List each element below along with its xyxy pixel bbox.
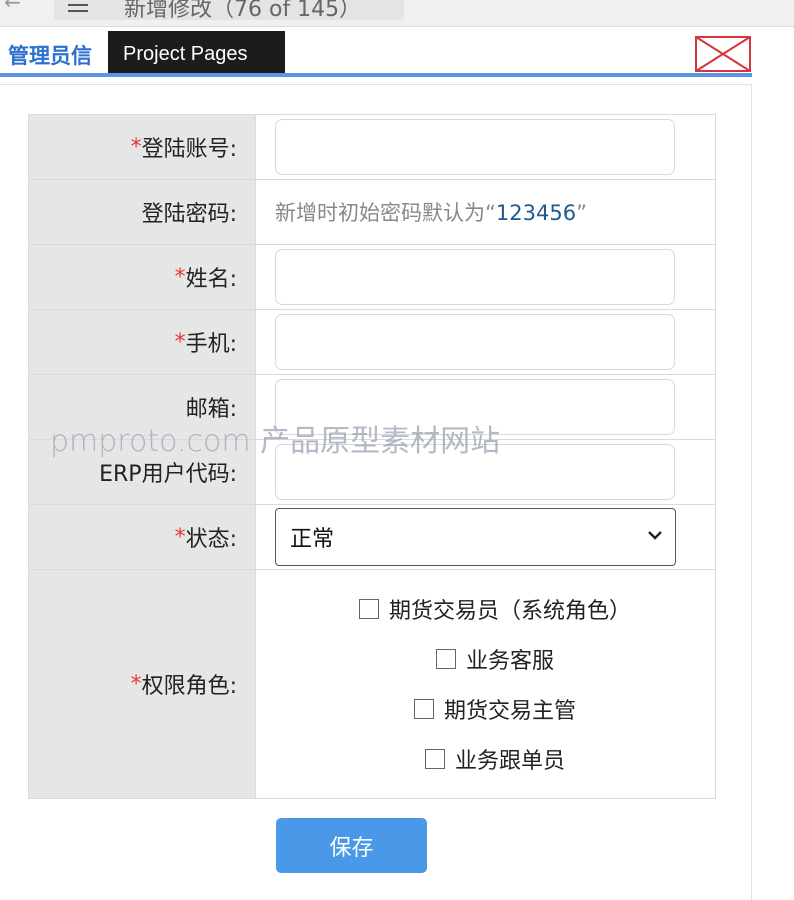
password-label: 登陆密码: [141,202,237,227]
row-erp: ERP用户代码: [29,440,715,505]
name-input[interactable] [275,249,675,305]
erp-input[interactable] [275,444,675,500]
back-arrow-icon[interactable]: ← [4,0,21,14]
status-selected: 正常 [290,527,335,552]
roles-label: 权限角色: [141,674,237,699]
email-input[interactable] [275,379,675,435]
header-divider [0,73,752,77]
checkbox[interactable] [424,749,445,769]
menu-icon[interactable] [68,0,88,14]
password-hint: 新增时初始密码默认为“123456” [275,201,587,225]
required-mark: * [174,524,186,550]
phone-label: 手机: [185,332,237,357]
checkbox[interactable] [413,699,434,719]
row-phone: * 手机: [29,310,715,375]
checkbox[interactable] [435,649,456,669]
required-mark: * [174,264,186,290]
broken-image-icon [695,36,751,72]
required-mark: * [174,329,186,355]
admin-form: * 登陆账号: 登陆密码: 新增时初始密码默认为“123456” * 姓名: * 手机… [28,114,716,799]
section-title: 管理员信 [8,44,92,68]
name-label: 姓名: [185,267,237,292]
row-status: * 状态: 正常 [29,505,715,570]
required-mark: * [130,671,142,697]
chevron-down-icon [648,531,662,540]
row-account: * 登陆账号: [29,115,715,180]
row-name: * 姓名: [29,245,715,310]
row-email: 邮箱: [29,375,715,440]
status-select[interactable]: 正常 [275,508,676,566]
role-option[interactable]: 期货交易员（系统角色） [358,594,631,624]
account-label: 登陆账号: [141,137,237,162]
status-label: 状态: [185,527,237,552]
erp-label: ERP用户代码: [99,462,237,487]
role-option[interactable]: 期货交易主管 [413,694,576,724]
page-name: 新增修改（76 of 145） [124,0,362,22]
phone-input[interactable] [275,314,675,370]
role-option[interactable]: 业务客服 [435,644,554,674]
row-password: 登陆密码: 新增时初始密码默认为“123456” [29,180,715,245]
email-label: 邮箱: [185,397,237,422]
top-bar: ← 新增修改（76 of 145） [0,0,794,27]
save-button[interactable]: 保存 [276,818,427,873]
account-input[interactable] [275,119,675,175]
tooltip: Project Pages [108,31,285,77]
role-option[interactable]: 业务跟单员 [424,744,565,774]
row-roles: * 权限角色: 期货交易员（系统角色） 业务客服 期货交易主管 业务跟单员 [29,570,715,799]
checkbox[interactable] [358,599,379,619]
required-mark: * [130,134,142,160]
